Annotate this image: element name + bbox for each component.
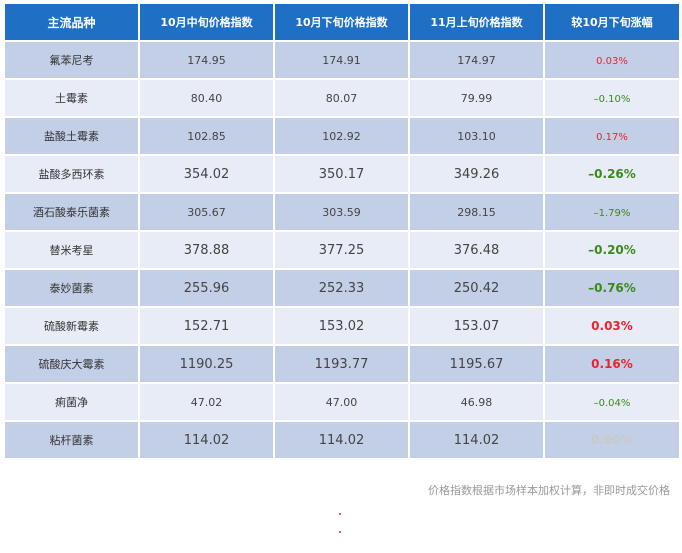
cell-mid-october: 102.85 (140, 118, 273, 154)
table-row: 土霉素 80.40 80.07 79.99 –0.10% (5, 80, 679, 116)
cell-variety-name: 替米考星 (5, 232, 138, 268)
cell-late-october: 47.00 (275, 384, 408, 420)
footnote: 价格指数根据市场样本加权计算，非即时成交价格 (428, 484, 670, 497)
cell-variety-name: 粘杆菌素 (5, 422, 138, 458)
cell-early-november: 349.26 (410, 156, 543, 192)
cell-change: –0.26% (545, 156, 679, 192)
change-value: –1.79% (593, 207, 631, 219)
cell-early-november: 298.15 (410, 194, 543, 230)
change-value: –0.10% (593, 93, 631, 105)
table-row: 粘杆菌素 114.02 114.02 114.02 0.00% (5, 422, 679, 458)
cell-early-november: 79.99 (410, 80, 543, 116)
change-value: 0.00% (591, 433, 633, 447)
cell-variety-name: 盐酸多西环素 (5, 156, 138, 192)
header-early-november: 11月上旬价格指数 (410, 4, 543, 40)
cell-variety-name: 硫酸庆大霉素 (5, 346, 138, 382)
header-mid-october: 10月中旬价格指数 (140, 4, 273, 40)
cell-late-october: 80.07 (275, 80, 408, 116)
decorative-dot (339, 531, 341, 533)
table-row: 盐酸多西环素 354.02 350.17 349.26 –0.26% (5, 156, 679, 192)
cell-change: –0.04% (545, 384, 679, 420)
table-row: 氟苯尼考 174.95 174.91 174.97 0.03% (5, 42, 679, 78)
cell-late-october: 174.91 (275, 42, 408, 78)
cell-late-october: 153.02 (275, 308, 408, 344)
cell-early-november: 250.42 (410, 270, 543, 306)
table-row: 酒石酸泰乐菌素 305.67 303.59 298.15 –1.79% (5, 194, 679, 230)
cell-change: 0.03% (545, 308, 679, 344)
cell-mid-october: 378.88 (140, 232, 273, 268)
change-value: –0.76% (588, 281, 636, 295)
cell-change: –0.20% (545, 232, 679, 268)
cell-mid-october: 174.95 (140, 42, 273, 78)
table-row: 硫酸庆大霉素 1190.25 1193.77 1195.67 0.16% (5, 346, 679, 382)
cell-change: 0.00% (545, 422, 679, 458)
change-value: 0.03% (596, 55, 628, 67)
cell-late-october: 1193.77 (275, 346, 408, 382)
cell-variety-name: 酒石酸泰乐菌素 (5, 194, 138, 230)
cell-variety-name: 氟苯尼考 (5, 42, 138, 78)
cell-early-november: 103.10 (410, 118, 543, 154)
cell-variety-name: 痢菌净 (5, 384, 138, 420)
table-row: 泰妙菌素 255.96 252.33 250.42 –0.76% (5, 270, 679, 306)
cell-early-november: 1195.67 (410, 346, 543, 382)
table-row: 盐酸土霉素 102.85 102.92 103.10 0.17% (5, 118, 679, 154)
price-index-table-container: 主流品种 10月中旬价格指数 10月下旬价格指数 11月上旬价格指数 较10月下… (3, 2, 679, 460)
cell-change: 0.16% (545, 346, 679, 382)
cell-variety-name: 盐酸土霉素 (5, 118, 138, 154)
header-variety: 主流品种 (5, 4, 138, 40)
cell-mid-october: 114.02 (140, 422, 273, 458)
table-row: 硫酸新霉素 152.71 153.02 153.07 0.03% (5, 308, 679, 344)
decorative-dot (339, 513, 341, 515)
cell-mid-october: 354.02 (140, 156, 273, 192)
change-value: 0.16% (591, 357, 633, 371)
cell-late-october: 102.92 (275, 118, 408, 154)
change-value: 0.03% (591, 319, 633, 333)
change-value: –0.04% (593, 397, 631, 409)
cell-late-october: 350.17 (275, 156, 408, 192)
cell-early-november: 114.02 (410, 422, 543, 458)
cell-mid-october: 152.71 (140, 308, 273, 344)
change-value: 0.17% (596, 131, 628, 143)
cell-late-october: 377.25 (275, 232, 408, 268)
cell-change: –0.10% (545, 80, 679, 116)
cell-mid-october: 255.96 (140, 270, 273, 306)
cell-mid-october: 1190.25 (140, 346, 273, 382)
cell-late-october: 303.59 (275, 194, 408, 230)
table-header-row: 主流品种 10月中旬价格指数 10月下旬价格指数 11月上旬价格指数 较10月下… (5, 4, 679, 40)
cell-variety-name: 土霉素 (5, 80, 138, 116)
cell-late-october: 114.02 (275, 422, 408, 458)
cell-variety-name: 硫酸新霉素 (5, 308, 138, 344)
cell-mid-october: 47.02 (140, 384, 273, 420)
cell-mid-october: 305.67 (140, 194, 273, 230)
table-row: 痢菌净 47.02 47.00 46.98 –0.04% (5, 384, 679, 420)
header-change: 较10月下旬涨幅 (545, 4, 679, 40)
cell-early-november: 46.98 (410, 384, 543, 420)
cell-mid-october: 80.40 (140, 80, 273, 116)
cell-variety-name: 泰妙菌素 (5, 270, 138, 306)
cell-early-november: 153.07 (410, 308, 543, 344)
price-index-table: 主流品种 10月中旬价格指数 10月下旬价格指数 11月上旬价格指数 较10月下… (3, 2, 681, 460)
cell-late-october: 252.33 (275, 270, 408, 306)
cell-change: –0.76% (545, 270, 679, 306)
cell-change: –1.79% (545, 194, 679, 230)
change-value: –0.20% (588, 243, 636, 257)
change-value: –0.26% (588, 167, 636, 181)
header-late-october: 10月下旬价格指数 (275, 4, 408, 40)
cell-early-november: 376.48 (410, 232, 543, 268)
cell-early-november: 174.97 (410, 42, 543, 78)
cell-change: 0.03% (545, 42, 679, 78)
table-row: 替米考星 378.88 377.25 376.48 –0.20% (5, 232, 679, 268)
cell-change: 0.17% (545, 118, 679, 154)
